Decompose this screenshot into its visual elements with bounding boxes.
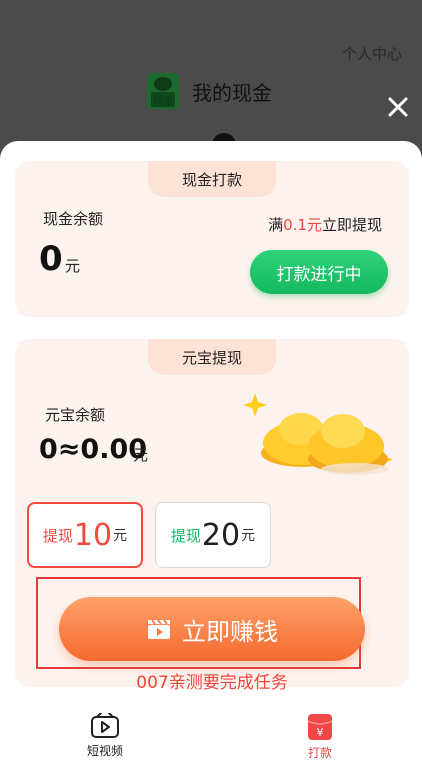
earn-now-button[interactable]: 立即赚钱 xyxy=(59,597,365,661)
page-title-row: 现金 我的现金 xyxy=(147,73,272,109)
personal-center-link[interactable]: 个人中心 xyxy=(342,43,402,64)
gold-ingot-icon xyxy=(243,393,393,475)
nav-item-payout[interactable]: ¥ 打款 xyxy=(290,713,350,761)
cash-balance-label: 现金余额 xyxy=(43,210,104,228)
withdraw-option-20[interactable]: 提现 20 元 xyxy=(155,502,271,568)
cash-withdraw-card: 现金打款 现金余额 0 元 满0.1元立即提现 打款进行中 xyxy=(15,161,409,317)
nav-label-short-video: 短视频 xyxy=(86,744,123,758)
red-envelope-icon: ¥ xyxy=(307,714,333,740)
withdraw-sheet: 现金打款 现金余额 0 元 满0.1元立即提现 打款进行中 元宝提现 元宝余额 … xyxy=(0,141,422,763)
clapperboard-icon xyxy=(148,619,170,639)
svg-text:¥: ¥ xyxy=(317,726,324,739)
withdraw-option-10[interactable]: 提现 10 元 xyxy=(27,502,143,568)
withdraw-threshold: 满0.1元立即提现 xyxy=(268,216,382,234)
cash-balance-unit: 元 xyxy=(65,257,81,275)
ingot-balance-value: 0≈0.00 xyxy=(39,434,148,465)
nav-label-payout: 打款 xyxy=(307,746,332,760)
task-note: 007亲测要完成任务 xyxy=(136,673,288,693)
cash-card-tab: 现金打款 xyxy=(148,161,276,197)
ingot-balance-unit: 元 xyxy=(133,446,149,464)
close-icon[interactable] xyxy=(386,95,410,119)
nav-item-short-video[interactable]: 短视频 xyxy=(75,713,135,759)
cash-balance-value: 0 xyxy=(39,239,63,279)
ingot-card-tab: 元宝提现 xyxy=(148,339,276,375)
ingot-withdraw-card: 元宝提现 元宝余额 0≈0.00 元 提现 10 元 提现 20 元 立即赚钱 … xyxy=(15,339,409,693)
video-icon xyxy=(91,713,119,738)
payout-in-progress-button[interactable]: 打款进行中 xyxy=(250,250,388,294)
ingot-balance-label: 元宝余额 xyxy=(45,406,106,424)
cash-logo-icon: 现金 xyxy=(147,73,179,109)
page-title: 我的现金 xyxy=(192,80,272,105)
bottom-nav: 短视频 ¥ 打款 xyxy=(0,708,422,763)
